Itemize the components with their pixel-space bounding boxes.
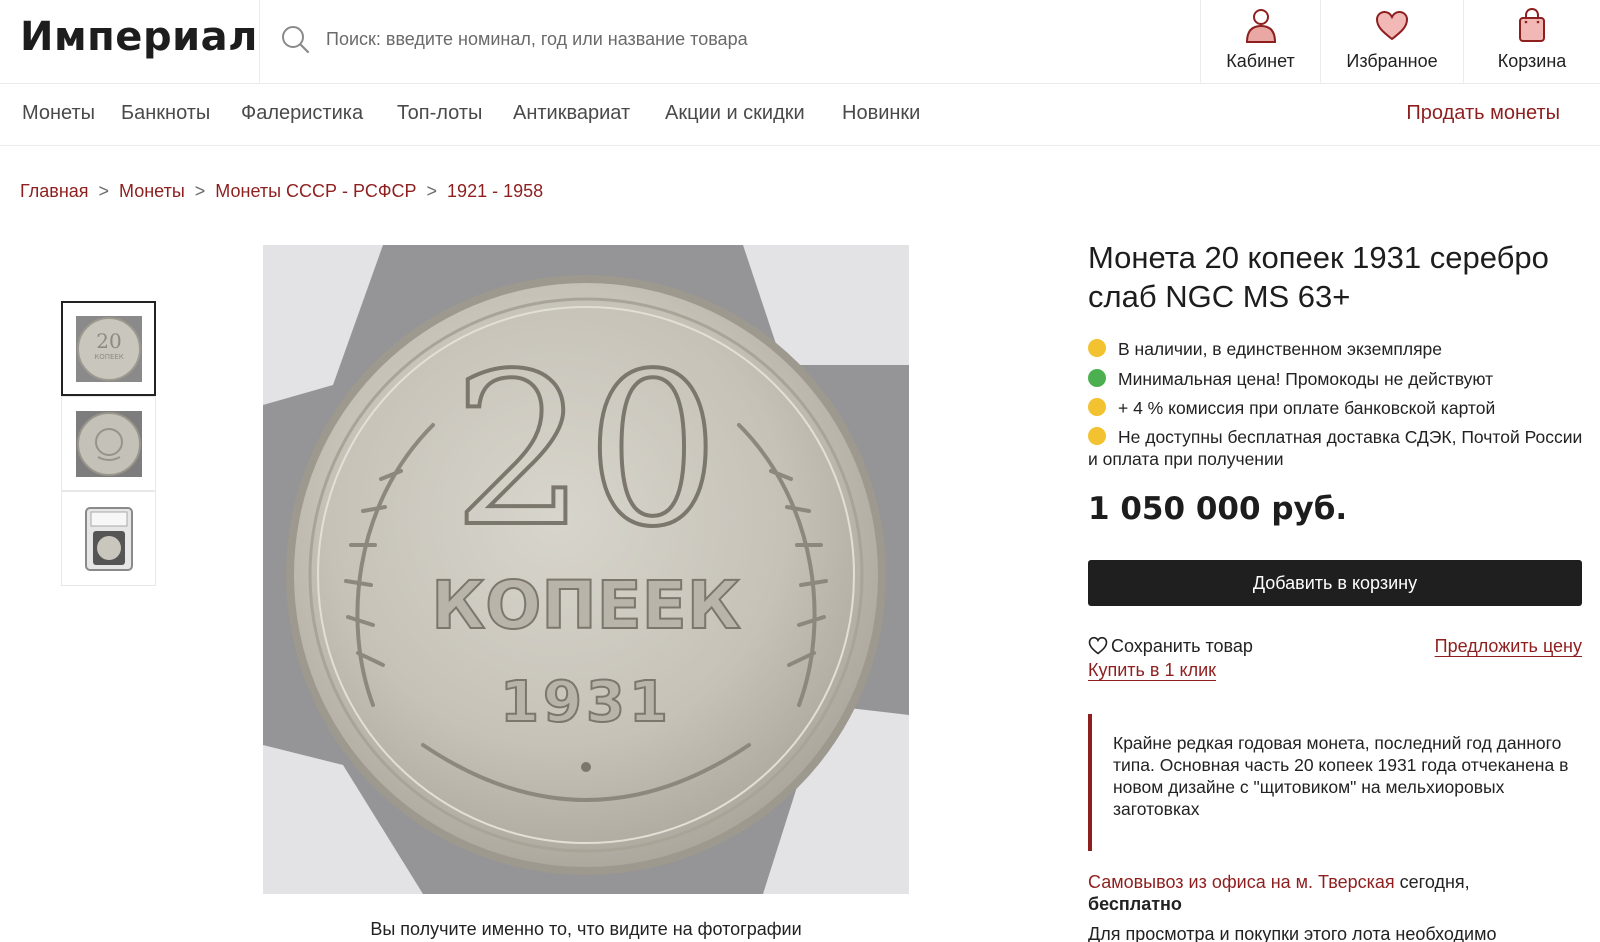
- header-divider: [259, 0, 260, 84]
- product-price: 1 050 000 руб.: [1088, 491, 1348, 527]
- thumbnail-coin-reverse[interactable]: 20 КОПЕЕК: [61, 301, 156, 396]
- save-product-label: Сохранить товар: [1111, 636, 1253, 656]
- top-header: Империал Кабинет Избранное Корзина: [0, 0, 1600, 84]
- feature-item: В наличии, в единственном экземпляре: [1088, 338, 1583, 360]
- svg-text:20: 20: [96, 329, 121, 353]
- shopping-bag-icon: [1519, 7, 1545, 42]
- login-required-text: Для просмотра и покупки этого лота необх…: [1088, 924, 1497, 942]
- main-product-photo[interactable]: 20 КОПЕЕК 1931: [263, 245, 909, 894]
- svg-text:20: 20: [452, 328, 719, 573]
- nav-item-coins[interactable]: Монеты: [22, 102, 95, 125]
- description-text: Крайне редкая годовая монета, последний …: [1113, 733, 1569, 819]
- breadcrumb-separator: >: [98, 181, 110, 201]
- photo-caption: Вы получите именно то, что видите на фот…: [370, 919, 802, 939]
- breadcrumb-ussr-coins[interactable]: Монеты СССР - РСФСР: [215, 181, 416, 201]
- favorites-label: Избранное: [1346, 51, 1438, 71]
- search-icon[interactable]: [280, 24, 310, 54]
- coin-photo-image: 20 КОПЕЕК 1931: [263, 245, 909, 894]
- nav-item-top-lots[interactable]: Топ-лоты: [397, 102, 482, 125]
- pickup-link[interactable]: Самовывоз из офиса на м. Тверская: [1088, 872, 1395, 892]
- product-description: Крайне редкая годовая монета, последний …: [1088, 714, 1582, 851]
- cabinet-label: Кабинет: [1226, 51, 1295, 71]
- status-dot-icon: [1088, 369, 1106, 387]
- heart-outline-icon: [1088, 636, 1108, 655]
- favorites-button[interactable]: Избранное: [1320, 0, 1463, 84]
- feature-text: В наличии, в единственном экземпляре: [1118, 339, 1443, 359]
- feature-text: + 4 % комиссия при оплате банковской кар…: [1118, 398, 1496, 418]
- cart-button[interactable]: Корзина: [1463, 0, 1600, 84]
- coin-obverse-thumb-image: [75, 410, 142, 477]
- breadcrumb-period[interactable]: 1921 - 1958: [447, 181, 543, 201]
- search-input[interactable]: [326, 22, 1166, 56]
- pickup-cost: бесплатно: [1088, 894, 1182, 914]
- breadcrumb-separator: >: [426, 181, 438, 201]
- breadcrumb: Главная > Монеты > Монеты СССР - РСФСР >1921 …: [20, 181, 543, 202]
- coin-reverse-thumb-image: 20 КОПЕЕК: [75, 315, 142, 382]
- svg-text:КОПЕЕК: КОПЕЕК: [94, 353, 124, 361]
- breadcrumb-coins[interactable]: Монеты: [119, 181, 185, 201]
- cart-label: Корзина: [1497, 51, 1567, 71]
- svg-text:КОПЕЕК: КОПЕЕК: [431, 567, 740, 644]
- thumbnail-coin-obverse[interactable]: [61, 396, 156, 491]
- thumbnail-coin-slab[interactable]: [61, 491, 156, 586]
- nav-item-sales[interactable]: Акции и скидки: [665, 102, 805, 125]
- feature-text: Не доступны бесплатная доставка СДЭК, По…: [1088, 427, 1583, 469]
- coin-slab-thumb-image: [84, 506, 133, 571]
- breadcrumb-separator: >: [194, 181, 206, 201]
- product-title: Монета 20 копеек 1931 серебро слаб NGC M…: [1088, 240, 1549, 314]
- cabinet-button[interactable]: Кабинет: [1200, 0, 1320, 84]
- heart-icon: [1375, 10, 1409, 41]
- status-dot-icon: [1088, 427, 1106, 445]
- offer-price-link[interactable]: Предложить цену: [1435, 636, 1582, 657]
- nav-item-antiques[interactable]: Антиквариат: [513, 102, 630, 125]
- pickup-when: сегодня,: [1394, 872, 1470, 892]
- feature-text: Минимальная цена! Промокоды не действуют: [1118, 369, 1494, 389]
- buy-one-click-link[interactable]: Купить в 1 клик: [1088, 660, 1216, 681]
- pickup-info: Самовывоз из офиса на м. Тверская сегодн…: [1088, 871, 1582, 915]
- status-dot-icon: [1088, 398, 1106, 416]
- user-icon: [1245, 9, 1276, 43]
- nav-item-phaleristics[interactable]: Фалеристика: [241, 102, 363, 125]
- nav-item-banknotes[interactable]: Банкноты: [121, 102, 210, 125]
- feature-item: Не доступны бесплатная доставка СДЭК, По…: [1088, 426, 1583, 470]
- breadcrumb-home[interactable]: Главная: [20, 181, 89, 201]
- save-product-button[interactable]: Сохранить товар: [1088, 636, 1253, 657]
- sell-coins-link[interactable]: Продать монеты: [1406, 102, 1560, 125]
- svg-text:1931: 1931: [500, 670, 672, 735]
- feature-item: Минимальная цена! Промокоды не действуют: [1088, 368, 1583, 390]
- site-logo[interactable]: Империал: [20, 14, 258, 60]
- main-nav: Монеты Банкноты Фалеристика Топ-лоты Ант…: [0, 84, 1600, 146]
- feature-item: + 4 % комиссия при оплате банковской кар…: [1088, 397, 1583, 419]
- add-to-cart-button[interactable]: Добавить в корзину: [1088, 560, 1582, 606]
- nav-item-new[interactable]: Новинки: [842, 102, 920, 125]
- status-dot-icon: [1088, 339, 1106, 357]
